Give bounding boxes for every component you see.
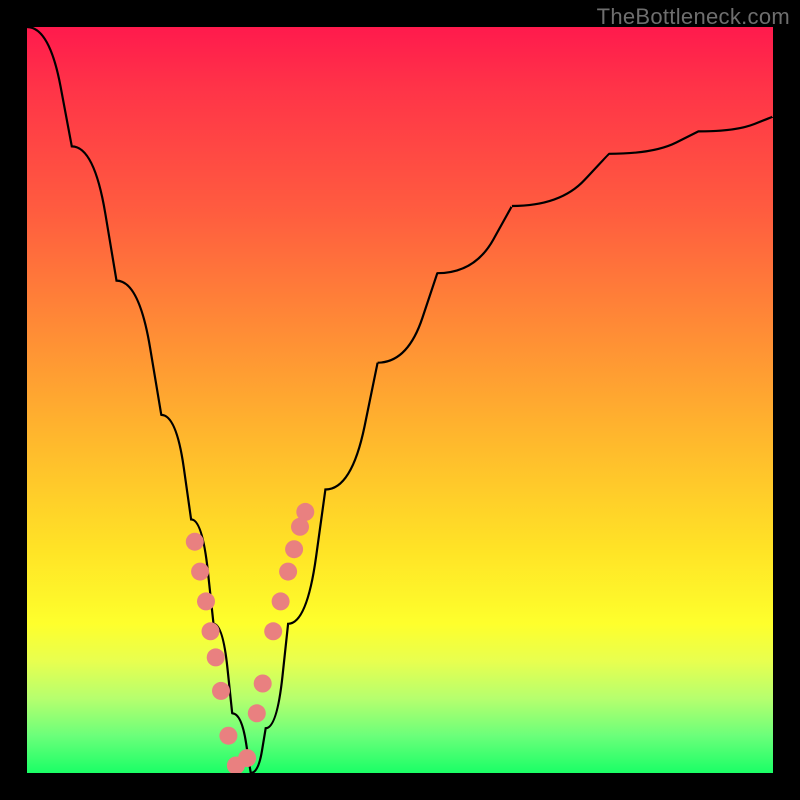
highlight-dot (264, 622, 282, 640)
highlight-dot (219, 727, 237, 745)
bottleneck-curve (27, 27, 773, 773)
highlight-dot (285, 540, 303, 558)
highlight-dot (207, 648, 225, 666)
highlight-dot (279, 563, 297, 581)
highlight-dot (197, 592, 215, 610)
highlight-dot (272, 592, 290, 610)
highlight-dot (191, 563, 209, 581)
highlight-dot (238, 749, 256, 767)
watermark-text: TheBottleneck.com (597, 4, 790, 30)
highlight-dot (296, 503, 314, 521)
highlight-dot (254, 675, 272, 693)
highlight-dot (202, 622, 220, 640)
chart-frame: TheBottleneck.com (0, 0, 800, 800)
highlight-dot (212, 682, 230, 700)
plot-area (27, 27, 773, 773)
highlight-dots (186, 503, 314, 773)
highlight-dot (186, 533, 204, 551)
curve-svg (27, 27, 773, 773)
highlight-dot (248, 704, 266, 722)
